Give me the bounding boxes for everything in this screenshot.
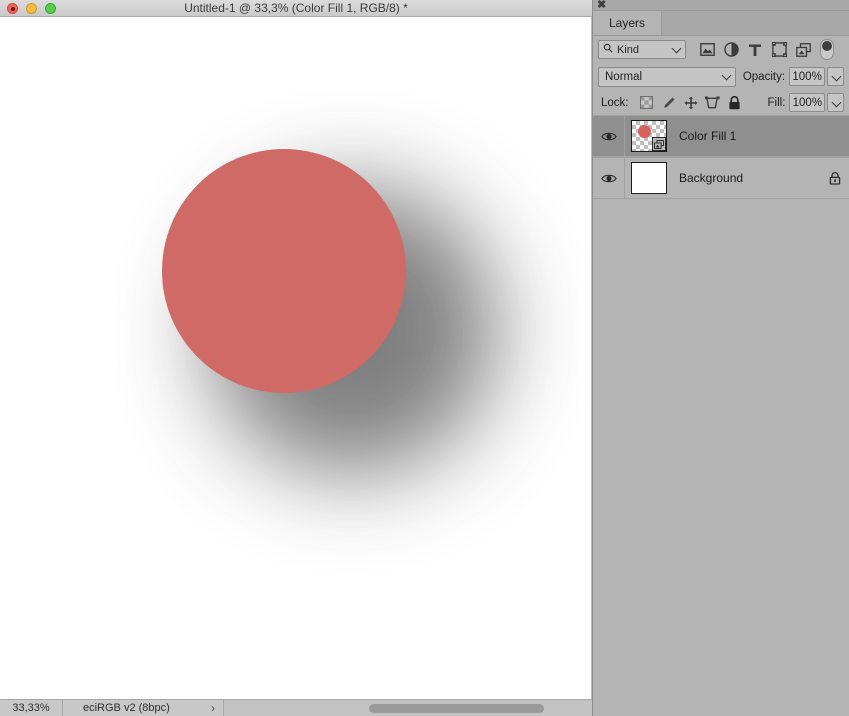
document-window: Untitled-1 @ 33,3% (Color Fill 1, RGB/8)… — [0, 0, 592, 716]
title-bar: Untitled-1 @ 33,3% (Color Fill 1, RGB/8)… — [0, 0, 592, 17]
blend-mode-row: Normal Opacity: 100% — [593, 63, 849, 90]
blend-mode-value: Normal — [605, 70, 643, 83]
layers-panel: ✖ Layers Kind Normal Opacity: 100% Lock:… — [592, 0, 849, 716]
layer-thumbnail[interactable] — [631, 162, 667, 194]
opacity-label: Opacity: — [742, 70, 786, 83]
opacity-value[interactable]: 100% — [789, 67, 826, 86]
chevron-down-icon — [671, 43, 682, 53]
fill-label: Fill: — [767, 96, 786, 109]
lock-artboard-nesting-icon[interactable] — [702, 93, 724, 113]
eye-icon — [600, 174, 617, 182]
lock-icon-group — [636, 93, 746, 113]
type-layer-filter-icon[interactable] — [743, 39, 767, 61]
layers-panel-empty-area — [593, 199, 849, 716]
lock-image-pixels-icon[interactable] — [658, 93, 680, 113]
document-title: Untitled-1 @ 33,3% (Color Fill 1, RGB/8)… — [184, 1, 408, 15]
filter-enable-toggle[interactable] — [820, 39, 834, 60]
search-icon — [603, 43, 613, 56]
layer-name[interactable]: Color Fill 1 — [679, 129, 821, 143]
layer-thumbnail[interactable] — [631, 120, 667, 152]
close-icon[interactable]: ✖ — [597, 0, 606, 12]
status-bar: 33,33% eciRGB v2 (8bpc) › — [0, 699, 592, 716]
red-circle-shape[interactable] — [162, 149, 406, 393]
thumbnail-corner-marker — [661, 120, 667, 126]
filter-kind-dropdown[interactable]: Kind — [598, 40, 686, 59]
fill-stepper-chevron-icon[interactable] — [827, 93, 844, 112]
opacity-stepper-chevron-icon[interactable] — [827, 67, 844, 86]
layer-list: Color Fill 1 Background — [593, 115, 849, 199]
lock-position-icon[interactable] — [680, 93, 702, 113]
lock-row: Lock: Fill: 100% — [593, 90, 849, 115]
thumbnail-circle-preview — [638, 125, 651, 138]
status-expand-arrow-icon[interactable]: › — [211, 701, 223, 715]
layer-visibility-toggle[interactable] — [593, 115, 625, 157]
blend-mode-dropdown[interactable]: Normal — [598, 66, 736, 87]
smart-object-filter-icon[interactable] — [791, 39, 815, 61]
layer-filter-row: Kind — [593, 36, 849, 63]
horizontal-scrollbar-thumb[interactable] — [369, 703, 544, 713]
color-profile-readout: eciRGB v2 (8bpc) — [83, 702, 170, 714]
filter-icon-group — [695, 39, 834, 61]
horizontal-scrollbar[interactable] — [224, 699, 592, 716]
canvas-area[interactable] — [0, 17, 592, 699]
thumbnail-corner-marker — [631, 120, 637, 126]
filter-kind-label: Kind — [617, 43, 640, 56]
lock-label: Lock: — [601, 96, 629, 109]
eye-icon — [600, 132, 617, 140]
thumbnail-corner-marker — [631, 146, 637, 152]
lock-all-icon[interactable] — [724, 93, 746, 113]
adjustment-layer-filter-icon[interactable] — [719, 39, 743, 61]
shape-layer-filter-icon[interactable] — [767, 39, 791, 61]
layer-name[interactable]: Background — [679, 171, 821, 185]
smart-object-badge-icon — [652, 137, 666, 151]
photoshop-window: Untitled-1 @ 33,3% (Color Fill 1, RGB/8)… — [0, 0, 849, 716]
layer-locked-icon[interactable] — [821, 171, 849, 185]
zoom-level-readout[interactable]: 33,33% — [0, 702, 62, 714]
tab-layers[interactable]: Layers — [593, 10, 663, 35]
lock-transparent-pixels-icon[interactable] — [636, 93, 658, 113]
layer-row-color-fill-1[interactable]: Color Fill 1 — [593, 115, 849, 157]
fill-value[interactable]: 100% — [789, 93, 826, 112]
layer-visibility-toggle[interactable] — [593, 157, 625, 199]
panel-tab-strip: Layers — [593, 10, 849, 36]
panel-top-strip: ✖ — [593, 0, 849, 11]
chevron-down-icon — [721, 70, 732, 80]
layer-row-background[interactable]: Background — [593, 157, 849, 199]
pixel-layer-filter-icon[interactable] — [695, 39, 719, 61]
